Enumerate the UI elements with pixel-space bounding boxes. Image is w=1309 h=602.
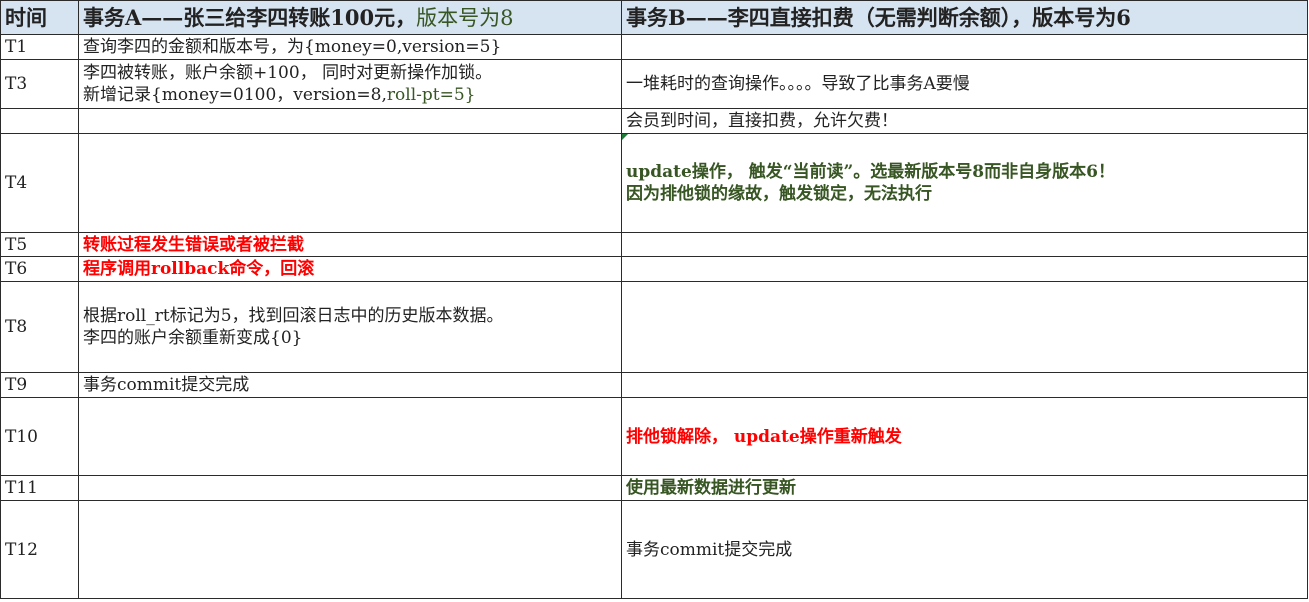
header-tx-a-cell[interactable]: 事务A——张三给李四转账100元，版本号为8: [78, 0, 622, 35]
tx-a-text: 转账过程发生错误或者被拦截: [83, 234, 304, 255]
tx-a-cell[interactable]: 转账过程发生错误或者被拦截: [78, 232, 622, 257]
time-cell[interactable]: T3: [0, 59, 79, 109]
tx-a-text: 新增记录{money=0100，version=8,: [83, 85, 387, 105]
tx-a-cell[interactable]: 根据roll_rt标记为5，找到回滚日志中的历史版本数据。 李四的账户余额重新变…: [78, 281, 622, 373]
tx-a-text: 根据roll_rt标记为5，找到回滚日志中的历史版本数据。: [83, 306, 504, 326]
time-cell[interactable]: T11: [0, 475, 79, 501]
tx-b-cell[interactable]: [621, 232, 1308, 257]
time-label: T3: [5, 74, 28, 94]
time-label: T1: [5, 37, 28, 57]
header-tx-a-version: 版本号为8: [416, 5, 514, 30]
tx-b-cell[interactable]: update操作， 触发“当前读”。选最新版本号8而非自身版本6！ 因为排他锁的…: [621, 133, 1308, 233]
tx-a-cell[interactable]: [78, 108, 622, 134]
header-tx-a-label: 事务A——张三给李四转账100元，: [83, 4, 417, 30]
tx-b-cell[interactable]: 使用最新数据进行更新: [621, 475, 1308, 501]
tx-b-cell[interactable]: [621, 34, 1308, 60]
table-row-t10: T10 排他锁解除， update操作重新触发: [0, 397, 1308, 476]
tx-a-text: 李四被转账，账户余额+100， 同时对更新操作加锁。: [83, 63, 493, 83]
tx-a-cell[interactable]: [78, 475, 622, 501]
tx-b-cell[interactable]: 事务commit提交完成: [621, 500, 1308, 599]
tx-b-text: 会员到时间，直接扣费，允许欠费！: [626, 111, 898, 131]
time-cell[interactable]: T10: [0, 397, 79, 476]
time-cell[interactable]: T4: [0, 133, 79, 233]
comment-marker: [622, 134, 628, 140]
tx-a-cell[interactable]: 事务commit提交完成: [78, 372, 622, 398]
header-tx-b-label: 事务B——李四直接扣费（无需判断余额），版本号为6: [626, 4, 1131, 30]
time-label: T9: [5, 375, 28, 395]
tx-a-cell[interactable]: [78, 133, 622, 233]
time-label: T11: [5, 478, 38, 498]
time-cell[interactable]: T5: [0, 232, 79, 257]
tx-a-text: 程序调用rollback命令，回滚: [83, 259, 315, 279]
tx-a-cell[interactable]: [78, 397, 622, 476]
table-row-t6: T6 程序调用rollback命令，回滚: [0, 256, 1308, 282]
tx-a-text: 事务commit提交完成: [83, 375, 250, 395]
time-cell[interactable]: [0, 108, 79, 134]
tx-a-text-green: roll-pt=5}: [386, 85, 476, 105]
tx-b-text: 因为排他锁的缘故，触发锁定，无法执行: [626, 184, 932, 204]
table-row-t11: T11 使用最新数据进行更新: [0, 475, 1308, 501]
table-row-t9: T9 事务commit提交完成: [0, 372, 1308, 398]
header-time-cell[interactable]: 时间: [0, 0, 79, 35]
tx-a-cell[interactable]: 程序调用rollback命令，回滚: [78, 256, 622, 282]
table-row-t4: T4 update操作， 触发“当前读”。选最新版本号8而非自身版本6！ 因为排…: [0, 133, 1308, 233]
tx-a-cell[interactable]: [78, 500, 622, 599]
table-row-t3: T3 李四被转账，账户余额+100， 同时对更新操作加锁。 新增记录{money…: [0, 59, 1308, 109]
time-cell[interactable]: T6: [0, 256, 79, 282]
table-row-t12: T12 事务commit提交完成: [0, 500, 1308, 599]
time-label: T6: [5, 259, 28, 279]
tx-b-cell[interactable]: [621, 372, 1308, 398]
tx-a-text: 李四的账户余额重新变成{0}: [83, 328, 303, 348]
tx-b-cell[interactable]: 排他锁解除， update操作重新触发: [621, 397, 1308, 476]
table-row-t1: T1 查询李四的金额和版本号，为{money=0,version=5}: [0, 34, 1308, 60]
header-time-label: 时间: [5, 4, 47, 30]
time-label: T5: [5, 234, 28, 255]
spreadsheet-table: 时间 事务A——张三给李四转账100元，版本号为8 事务B——李四直接扣费（无需…: [0, 0, 1308, 599]
tx-a-cell[interactable]: 查询李四的金额和版本号，为{money=0,version=5}: [78, 34, 622, 60]
time-cell[interactable]: T8: [0, 281, 79, 373]
time-cell[interactable]: T9: [0, 372, 79, 398]
header-row: 时间 事务A——张三给李四转账100元，版本号为8 事务B——李四直接扣费（无需…: [0, 0, 1308, 35]
table-row-t5: T5 转账过程发生错误或者被拦截: [0, 232, 1308, 257]
table-row-t8: T8 根据roll_rt标记为5，找到回滚日志中的历史版本数据。 李四的账户余额…: [0, 281, 1308, 373]
header-tx-b-cell[interactable]: 事务B——李四直接扣费（无需判断余额），版本号为6: [621, 0, 1308, 35]
tx-b-cell[interactable]: [621, 256, 1308, 282]
time-cell[interactable]: T12: [0, 500, 79, 599]
tx-b-text: 排他锁解除， update操作重新触发: [626, 426, 902, 447]
tx-b-cell[interactable]: [621, 281, 1308, 373]
tx-b-text: 一堆耗时的查询操作。。。。导致了比事务A要慢: [626, 74, 970, 94]
tx-b-cell[interactable]: 会员到时间，直接扣费，允许欠费！: [621, 108, 1308, 134]
time-label: T4: [5, 173, 28, 193]
tx-b-text: 事务commit提交完成: [626, 539, 793, 560]
time-label: T8: [5, 317, 28, 337]
tx-a-text: 查询李四的金额和版本号，为{money=0,version=5}: [83, 37, 502, 57]
table-row-blank: 会员到时间，直接扣费，允许欠费！: [0, 108, 1308, 134]
tx-a-cell[interactable]: 李四被转账，账户余额+100， 同时对更新操作加锁。 新增记录{money=01…: [78, 59, 622, 109]
tx-b-cell[interactable]: 一堆耗时的查询操作。。。。导致了比事务A要慢: [621, 59, 1308, 109]
tx-b-text: 使用最新数据进行更新: [626, 478, 796, 498]
time-label: T10: [5, 426, 38, 447]
time-label: T12: [5, 539, 38, 560]
tx-b-text: update操作， 触发“当前读”。选最新版本号8而非自身版本6！: [626, 162, 1115, 182]
time-cell[interactable]: T1: [0, 34, 79, 60]
